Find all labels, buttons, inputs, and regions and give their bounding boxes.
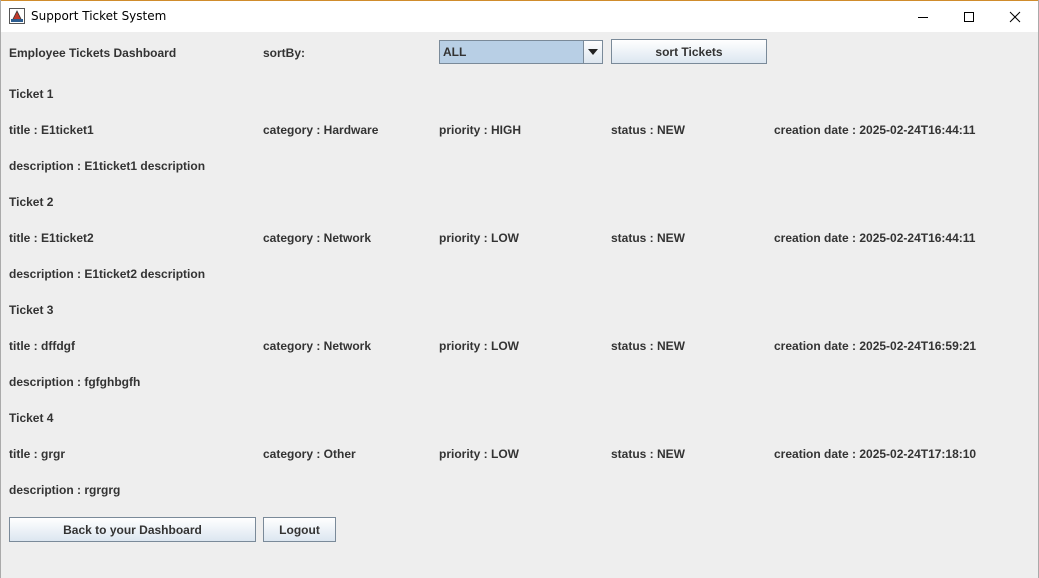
ticket-creation-date: creation date : 2025-02-24T16:44:11	[774, 123, 976, 137]
ticket-category: category : Hardware	[263, 123, 379, 137]
ticket-creation-date: creation date : 2025-02-24T17:18:10	[774, 447, 977, 461]
ticket-heading: Ticket 4	[9, 411, 54, 425]
dashboard-panel: Employee Tickets Dashboard sortBy: ALL s…	[1, 32, 1038, 578]
ticket-heading: Ticket 3	[9, 303, 54, 317]
ticket-description: description : E1ticket1 description	[9, 159, 206, 173]
dropdown-arrow-button[interactable]	[583, 41, 602, 63]
ticket-heading: Ticket 1	[9, 87, 54, 101]
ticket-category: category : Network	[263, 231, 372, 245]
ticket-title: title : E1ticket1	[9, 123, 94, 137]
ticket-description: description : E1ticket2 description	[9, 267, 206, 281]
ticket-status: status : NEW	[611, 123, 686, 137]
logout-button[interactable]: Logout	[263, 517, 336, 542]
ticket-title: title : dffdgf	[9, 339, 75, 353]
ticket-priority: priority : LOW	[439, 447, 519, 461]
ticket-title: title : grgr	[9, 447, 65, 461]
triangle-down-icon	[588, 49, 598, 55]
sort-dropdown-value: ALL	[443, 45, 467, 59]
ticket-creation-date: creation date : 2025-02-24T16:44:11	[774, 231, 976, 245]
close-icon	[1009, 11, 1021, 22]
ticket-priority: priority : HIGH	[439, 123, 522, 137]
minimize-button[interactable]	[900, 1, 946, 32]
ticket-title: title : E1ticket2	[9, 231, 94, 245]
maximize-button[interactable]	[946, 1, 992, 32]
ticket-priority: priority : LOW	[439, 231, 519, 245]
window-title: Support Ticket System	[31, 9, 167, 23]
ticket-status: status : NEW	[611, 231, 686, 245]
ticket-category: category : Network	[263, 339, 372, 353]
title-bar[interactable]: Support Ticket System	[1, 0, 1038, 32]
maximize-icon	[964, 11, 974, 22]
minimize-icon	[918, 16, 928, 18]
ticket-heading: Ticket 2	[9, 195, 54, 209]
sort-dropdown[interactable]: ALL	[439, 40, 603, 64]
app-window: Support Ticket System Employee Tickets D…	[0, 0, 1039, 578]
ticket-priority: priority : LOW	[439, 339, 519, 353]
ticket-status: status : NEW	[611, 447, 686, 461]
app-icon	[9, 8, 25, 24]
ticket-creation-date: creation date : 2025-02-24T16:59:21	[774, 339, 977, 353]
sort-tickets-button[interactable]: sort Tickets	[611, 39, 767, 64]
ticket-status: status : NEW	[611, 339, 686, 353]
ticket-description: description : rgrgrg	[9, 483, 121, 497]
ticket-category: category : Other	[263, 447, 356, 461]
back-to-dashboard-button[interactable]: Back to your Dashboard	[9, 517, 256, 542]
sort-label: sortBy:	[263, 46, 306, 60]
dashboard-title: Employee Tickets Dashboard	[9, 46, 177, 60]
close-button[interactable]	[992, 1, 1038, 32]
ticket-description: description : fgfghbgfh	[9, 375, 141, 389]
